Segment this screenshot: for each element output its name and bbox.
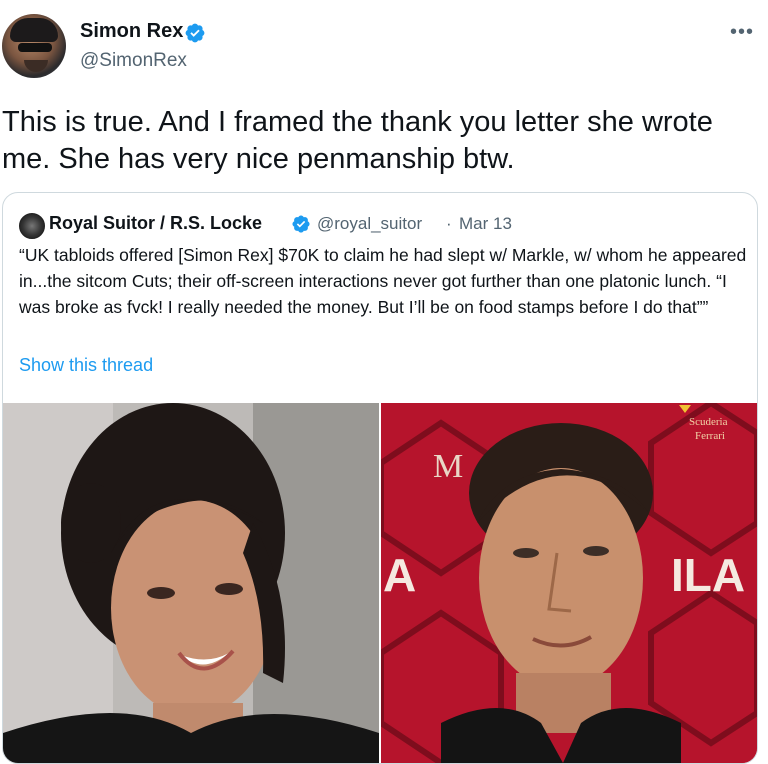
verified-badge-icon — [185, 23, 205, 43]
author-display-name[interactable]: Simon Rex — [80, 20, 183, 43]
avatar-sunglasses — [18, 43, 52, 52]
quoted-handle: @royal_suitor — [317, 214, 423, 233]
tweet: Simon Rex @SimonRex ••• This is true. An… — [0, 0, 768, 764]
photo-woman-illustration — [3, 403, 379, 763]
photo-man[interactable]: M A ILA Scuderia Ferrari — [381, 403, 757, 763]
quoted-separator: · — [446, 214, 452, 233]
author-handle[interactable]: @SimonRex — [80, 50, 187, 72]
avatar-beard — [24, 60, 48, 72]
quoted-verified-badge-icon — [292, 215, 310, 233]
tweet-text: This is true. And I framed the thank you… — [2, 106, 713, 175]
backdrop-logo-line1: Scuderia — [689, 416, 728, 428]
quoted-tweet-text: “UK tabloids offered [Simon Rex] $70K to… — [19, 245, 747, 317]
quoted-display-name: Royal Suitor / R.S. Locke — [49, 213, 263, 233]
show-thread-link[interactable]: Show this thread — [19, 355, 153, 376]
avatar-hair — [10, 18, 58, 42]
backdrop-la-right: ILA — [671, 549, 745, 601]
backdrop-m-letter: M — [433, 448, 463, 485]
photo-man-illustration: M A ILA Scuderia Ferrari — [381, 403, 757, 763]
more-horizontal-icon[interactable]: ••• — [730, 22, 754, 42]
quoted-tweet-card[interactable]: Royal Suitor / R.S. Locke @royal_suitor … — [2, 192, 758, 764]
photo-woman[interactable] — [3, 403, 379, 763]
quoted-date[interactable]: Mar 13 — [459, 214, 512, 234]
quoted-avatar[interactable] — [19, 213, 45, 239]
avatar[interactable] — [2, 14, 66, 78]
backdrop-la-left: A — [383, 549, 416, 601]
backdrop-logo-line2: Ferrari — [695, 430, 725, 442]
